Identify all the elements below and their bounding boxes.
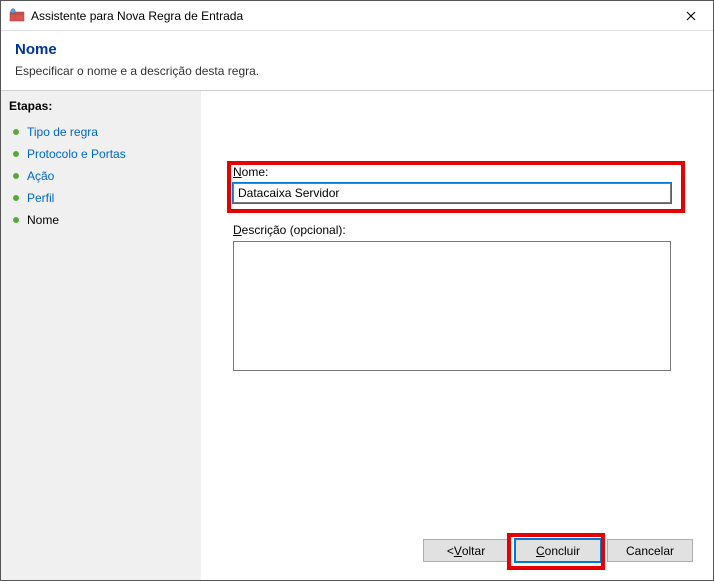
bullet-icon (13, 195, 19, 201)
description-label: Descrição (opcional): (227, 223, 687, 237)
close-button[interactable] (668, 1, 713, 31)
description-field-block: Descrição (opcional): (227, 223, 687, 374)
bullet-icon (13, 217, 19, 223)
step-label: Protocolo e Portas (27, 147, 126, 161)
step-label: Nome (27, 213, 59, 227)
step-label: Tipo de regra (27, 125, 98, 139)
bullet-icon (13, 129, 19, 135)
cancel-button[interactable]: Cancelar (607, 539, 693, 562)
bullet-icon (13, 151, 19, 157)
step-protocolo-e-portas[interactable]: Protocolo e Portas (9, 143, 201, 165)
step-perfil[interactable]: Perfil (9, 187, 201, 209)
button-row: < Voltar Concluir Cancelar (201, 529, 713, 580)
step-label: Perfil (27, 191, 54, 205)
steps-heading: Etapas: (9, 99, 201, 113)
name-field-block: Nome: (227, 161, 687, 203)
wizard-header: Nome Especificar o nome e a descrição de… (1, 31, 713, 90)
description-input[interactable] (233, 241, 671, 371)
step-label: Ação (27, 169, 54, 183)
wizard-main: Nome: Descrição (opcional): < Voltar (201, 91, 713, 580)
wizard-body: Etapas: Tipo de regra Protocolo e Portas… (1, 90, 713, 580)
page-title: Nome (15, 41, 699, 58)
bullet-icon (13, 173, 19, 179)
page-subtitle: Especificar o nome e a descrição desta r… (15, 64, 699, 78)
step-acao[interactable]: Ação (9, 165, 201, 187)
step-nome[interactable]: Nome (9, 209, 201, 231)
titlebar: Assistente para Nova Regra de Entrada (1, 1, 713, 31)
window-title: Assistente para Nova Regra de Entrada (31, 9, 668, 23)
wizard-window: Assistente para Nova Regra de Entrada No… (0, 0, 714, 581)
back-button[interactable]: < Voltar (423, 539, 509, 562)
firewall-icon (9, 8, 25, 24)
name-label: Nome: (227, 165, 687, 179)
step-tipo-de-regra[interactable]: Tipo de regra (9, 121, 201, 143)
finish-button[interactable]: Concluir (515, 539, 601, 562)
steps-sidebar: Etapas: Tipo de regra Protocolo e Portas… (1, 91, 201, 580)
name-input[interactable] (233, 183, 671, 203)
content-area: Nome: Descrição (opcional): (201, 91, 713, 529)
